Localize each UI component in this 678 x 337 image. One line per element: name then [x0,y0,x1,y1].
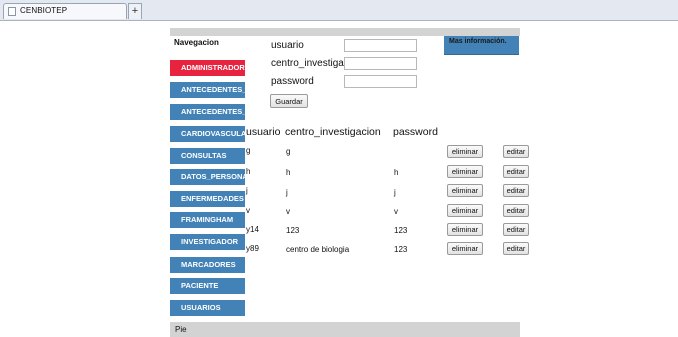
save-button[interactable]: Guardar [270,94,308,108]
column-header-password: password [393,126,438,138]
delete-button[interactable]: eliminar [447,165,483,178]
nav-item-usuarios[interactable]: USUARIOS [170,300,245,316]
footer-bar: Pie [170,322,520,337]
password-input[interactable] [344,75,417,88]
info-panel: Mas información. [444,36,519,55]
edit-button[interactable]: editar [503,165,529,178]
nav-title: Navegacion [174,38,219,47]
browser-tab[interactable]: CENBIOTEP [3,3,127,19]
browser-tab-title: CENBIOTEP [20,6,68,15]
cell-password: 123 [394,226,408,235]
delete-button[interactable]: eliminar [447,184,483,197]
cell-password: 123 [394,245,408,254]
edit-button[interactable]: editar [503,145,529,158]
column-header-centro-investigacion: centro_investigacion [285,126,381,138]
page-icon [8,7,16,16]
password-label: password [271,76,314,87]
header-bar [170,28,520,36]
nav-item-administrador[interactable]: ADMINISTRADOR [170,60,245,76]
delete-button[interactable]: eliminar [447,242,483,255]
cell-usuario: h [246,167,251,176]
nav-item-investigador[interactable]: INVESTIGADOR [170,234,245,250]
edit-button[interactable]: editar [503,223,529,236]
delete-button[interactable]: eliminar [447,223,483,236]
cell-centro: g [286,147,291,156]
cell-centro: 123 [286,226,300,235]
cell-usuario: y14 [246,225,259,234]
edit-button[interactable]: editar [503,204,529,217]
nav-item-enfermedades[interactable]: ENFERMEDADES [170,191,245,207]
nav-item-cardiovascular[interactable]: CARDIOVASCULAR [170,126,245,142]
new-tab-button[interactable]: + [128,3,142,19]
cell-usuario: j [246,186,248,195]
column-header-usuario: usuario [246,126,281,138]
nav-item-consultas[interactable]: CONSULTAS [170,148,245,164]
usuario-input[interactable] [344,39,417,52]
delete-button[interactable]: eliminar [447,204,483,217]
cell-usuario: g [246,146,251,155]
cell-password: v [394,207,398,216]
nav-item-framingham[interactable]: FRAMINGHAM [170,212,245,228]
cell-centro: centro de biologia [286,245,350,254]
nav-item-marcadores[interactable]: MARCADORES [170,257,245,273]
info-title: Mas información. [449,38,507,45]
edit-button[interactable]: editar [503,184,529,197]
centro-investigacion-input[interactable] [344,57,417,70]
browser-tab-strip: CENBIOTEP + [0,0,678,21]
nav-item-paciente[interactable]: PACIENTE [170,278,245,294]
cell-centro: v [286,207,290,216]
nav-item-antecedentes-personales[interactable]: ANTECEDENTES_PERSONALES [170,104,245,120]
usuario-label: usuario [271,40,304,51]
edit-button[interactable]: editar [503,242,529,255]
cell-usuario: y89 [246,244,259,253]
cell-password: h [394,168,399,177]
footer-text: Pie [175,325,187,334]
cell-centro: j [286,188,288,197]
cell-password: j [394,188,396,197]
cell-usuario: v [246,206,250,215]
nav-item-datos-personales[interactable]: DATOS_PERSONALES [170,169,245,185]
delete-button[interactable]: eliminar [447,145,483,158]
cell-centro: h [286,168,291,177]
nav-item-antecedentes-familiares[interactable]: ANTECEDENTES_FAMILIARES [170,82,245,98]
